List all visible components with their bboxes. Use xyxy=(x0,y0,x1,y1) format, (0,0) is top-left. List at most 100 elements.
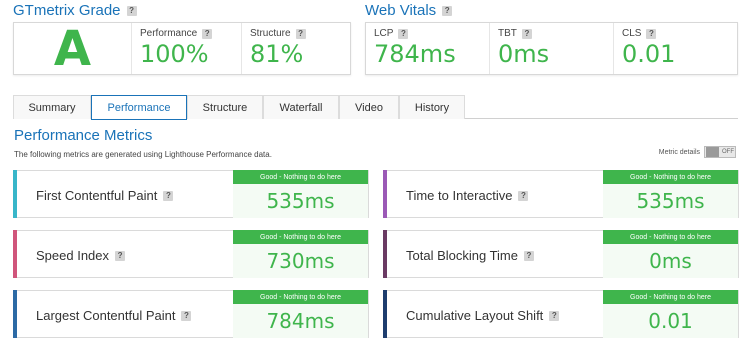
structure-value: 81% xyxy=(250,40,304,68)
metric-details-toggle[interactable]: OFF xyxy=(704,146,736,158)
performance-metrics-title: Performance Metrics xyxy=(14,127,153,144)
lcp-label: LCP xyxy=(374,28,394,39)
metric-label-row: Total Blocking Time ? xyxy=(406,248,534,263)
metric-details-control: Metric details OFF xyxy=(659,146,736,158)
grade-box: A xyxy=(14,23,132,74)
metric-color-bar xyxy=(383,290,387,338)
metric-value: 0.01 xyxy=(648,309,693,333)
lcp-kpi: LCP ? 784ms xyxy=(366,23,490,74)
web-vitals-title: Web Vitals xyxy=(365,2,437,19)
help-icon[interactable]: ? xyxy=(398,28,409,39)
cls-kpi: CLS ? 0.01 xyxy=(614,23,737,74)
metric-result: Good - Nothing to do here 784ms xyxy=(233,290,368,338)
metric-total-blocking-time: Total Blocking Time ? Good - Nothing to … xyxy=(383,230,739,278)
metric-result: Good - Nothing to do here 0ms xyxy=(603,230,738,278)
metric-first-contentful-paint: First Contentful Paint ? Good - Nothing … xyxy=(13,170,369,218)
cls-value: 0.01 xyxy=(622,40,676,68)
metric-time-to-interactive: Time to Interactive ? Good - Nothing to … xyxy=(383,170,739,218)
tbt-label-row: TBT ? xyxy=(498,28,605,39)
metric-label-row: Time to Interactive ? xyxy=(406,188,529,203)
metric-status-badge: Good - Nothing to do here xyxy=(233,290,368,304)
lcp-label-row: LCP ? xyxy=(374,28,481,39)
tbt-value: 0ms xyxy=(498,40,550,68)
gtmetrix-grade-title: GTmetrix Grade xyxy=(13,2,121,19)
metric-color-bar xyxy=(383,230,387,278)
metric-color-bar xyxy=(13,170,17,218)
metric-label-row: Speed Index ? xyxy=(36,248,126,263)
metric-largest-contentful-paint: Largest Contentful Paint ? Good - Nothin… xyxy=(13,290,369,338)
metric-result: Good - Nothing to do here 730ms xyxy=(233,230,368,278)
help-icon[interactable]: ? xyxy=(295,28,306,39)
tab-video[interactable]: Video xyxy=(339,95,399,119)
metric-label: Speed Index xyxy=(36,248,110,263)
performance-label-row: Performance ? xyxy=(140,28,233,39)
lcp-value: 784ms xyxy=(374,40,456,68)
metric-value: 0ms xyxy=(649,249,692,273)
structure-kpi: Structure ? 81% xyxy=(242,23,350,74)
metric-color-bar xyxy=(13,290,17,338)
performance-metrics-description: The following metrics are generated usin… xyxy=(14,150,272,159)
structure-label: Structure xyxy=(250,28,291,39)
tab-summary[interactable]: Summary xyxy=(13,95,91,119)
metric-status-badge: Good - Nothing to do here xyxy=(603,290,738,304)
help-icon[interactable]: ? xyxy=(115,250,126,261)
metric-value: 535ms xyxy=(636,189,705,213)
help-icon[interactable]: ? xyxy=(521,28,532,39)
metric-result: Good - Nothing to do here 535ms xyxy=(603,170,738,218)
web-vitals-panel: LCP ? 784ms TBT ? 0ms CLS ? 0.01 xyxy=(365,22,738,75)
help-icon[interactable]: ? xyxy=(181,310,192,321)
tab-history[interactable]: History xyxy=(399,95,465,119)
toggle-state: OFF xyxy=(722,149,734,155)
metric-label: First Contentful Paint xyxy=(36,188,158,203)
metric-status-badge: Good - Nothing to do here xyxy=(603,170,738,184)
toggle-knob xyxy=(706,147,719,157)
tbt-kpi: TBT ? 0ms xyxy=(490,23,614,74)
metric-color-bar xyxy=(13,230,17,278)
help-icon[interactable]: ? xyxy=(202,28,213,39)
structure-label-row: Structure ? xyxy=(250,28,342,39)
metric-label: Largest Contentful Paint xyxy=(36,308,176,323)
gtmetrix-grade-heading: GTmetrix Grade ? xyxy=(13,2,137,19)
metric-value-box: 535ms xyxy=(233,184,368,218)
cls-label: CLS xyxy=(622,28,642,39)
metric-label: Time to Interactive xyxy=(406,188,513,203)
metric-label: Total Blocking Time xyxy=(406,248,518,263)
help-icon[interactable]: ? xyxy=(163,190,174,201)
metric-details-label: Metric details xyxy=(658,148,700,156)
metric-cumulative-layout-shift: Cumulative Layout Shift ? Good - Nothing… xyxy=(383,290,739,338)
cls-label-row: CLS ? xyxy=(622,28,729,39)
help-icon[interactable]: ? xyxy=(524,250,534,261)
metric-value-box: 535ms xyxy=(603,184,738,218)
web-vitals-heading: Web Vitals ? xyxy=(365,2,453,19)
performance-label: Performance xyxy=(140,28,198,39)
tab-waterfall[interactable]: Waterfall xyxy=(263,95,339,119)
metric-result: Good - Nothing to do here 0.01 xyxy=(603,290,738,338)
grade-letter: A xyxy=(53,20,92,77)
help-icon[interactable]: ? xyxy=(126,5,137,16)
gtmetrix-grade-panel: A Performance ? 100% Structure ? 81% xyxy=(13,22,351,75)
metric-value: 784ms xyxy=(266,309,335,333)
help-icon[interactable]: ? xyxy=(518,190,529,201)
metric-status-badge: Good - Nothing to do here xyxy=(233,230,368,244)
help-icon[interactable]: ? xyxy=(442,5,453,16)
metric-value-box: 730ms xyxy=(233,244,368,278)
metric-label-row: Largest Contentful Paint ? xyxy=(36,308,192,323)
metric-color-bar xyxy=(383,170,387,218)
metric-label: Cumulative Layout Shift xyxy=(406,308,544,323)
performance-kpi: Performance ? 100% xyxy=(132,23,242,74)
report-tabs: Summary Performance Structure Waterfall … xyxy=(13,95,738,120)
metric-value-box: 784ms xyxy=(233,304,368,338)
help-icon[interactable]: ? xyxy=(549,310,560,321)
tab-performance[interactable]: Performance xyxy=(91,95,187,120)
metric-label-row: Cumulative Layout Shift ? xyxy=(406,308,560,323)
metric-value-box: 0ms xyxy=(603,244,738,278)
metric-label-row: First Contentful Paint ? xyxy=(36,188,174,203)
tab-structure[interactable]: Structure xyxy=(187,95,263,119)
help-icon[interactable]: ? xyxy=(646,28,657,39)
metric-speed-index: Speed Index ? Good - Nothing to do here … xyxy=(13,230,369,278)
tbt-label: TBT xyxy=(498,28,517,39)
metric-status-badge: Good - Nothing to do here xyxy=(233,170,368,184)
metric-value-box: 0.01 xyxy=(603,304,738,338)
metric-value: 730ms xyxy=(266,249,335,273)
metric-status-badge: Good - Nothing to do here xyxy=(603,230,738,244)
